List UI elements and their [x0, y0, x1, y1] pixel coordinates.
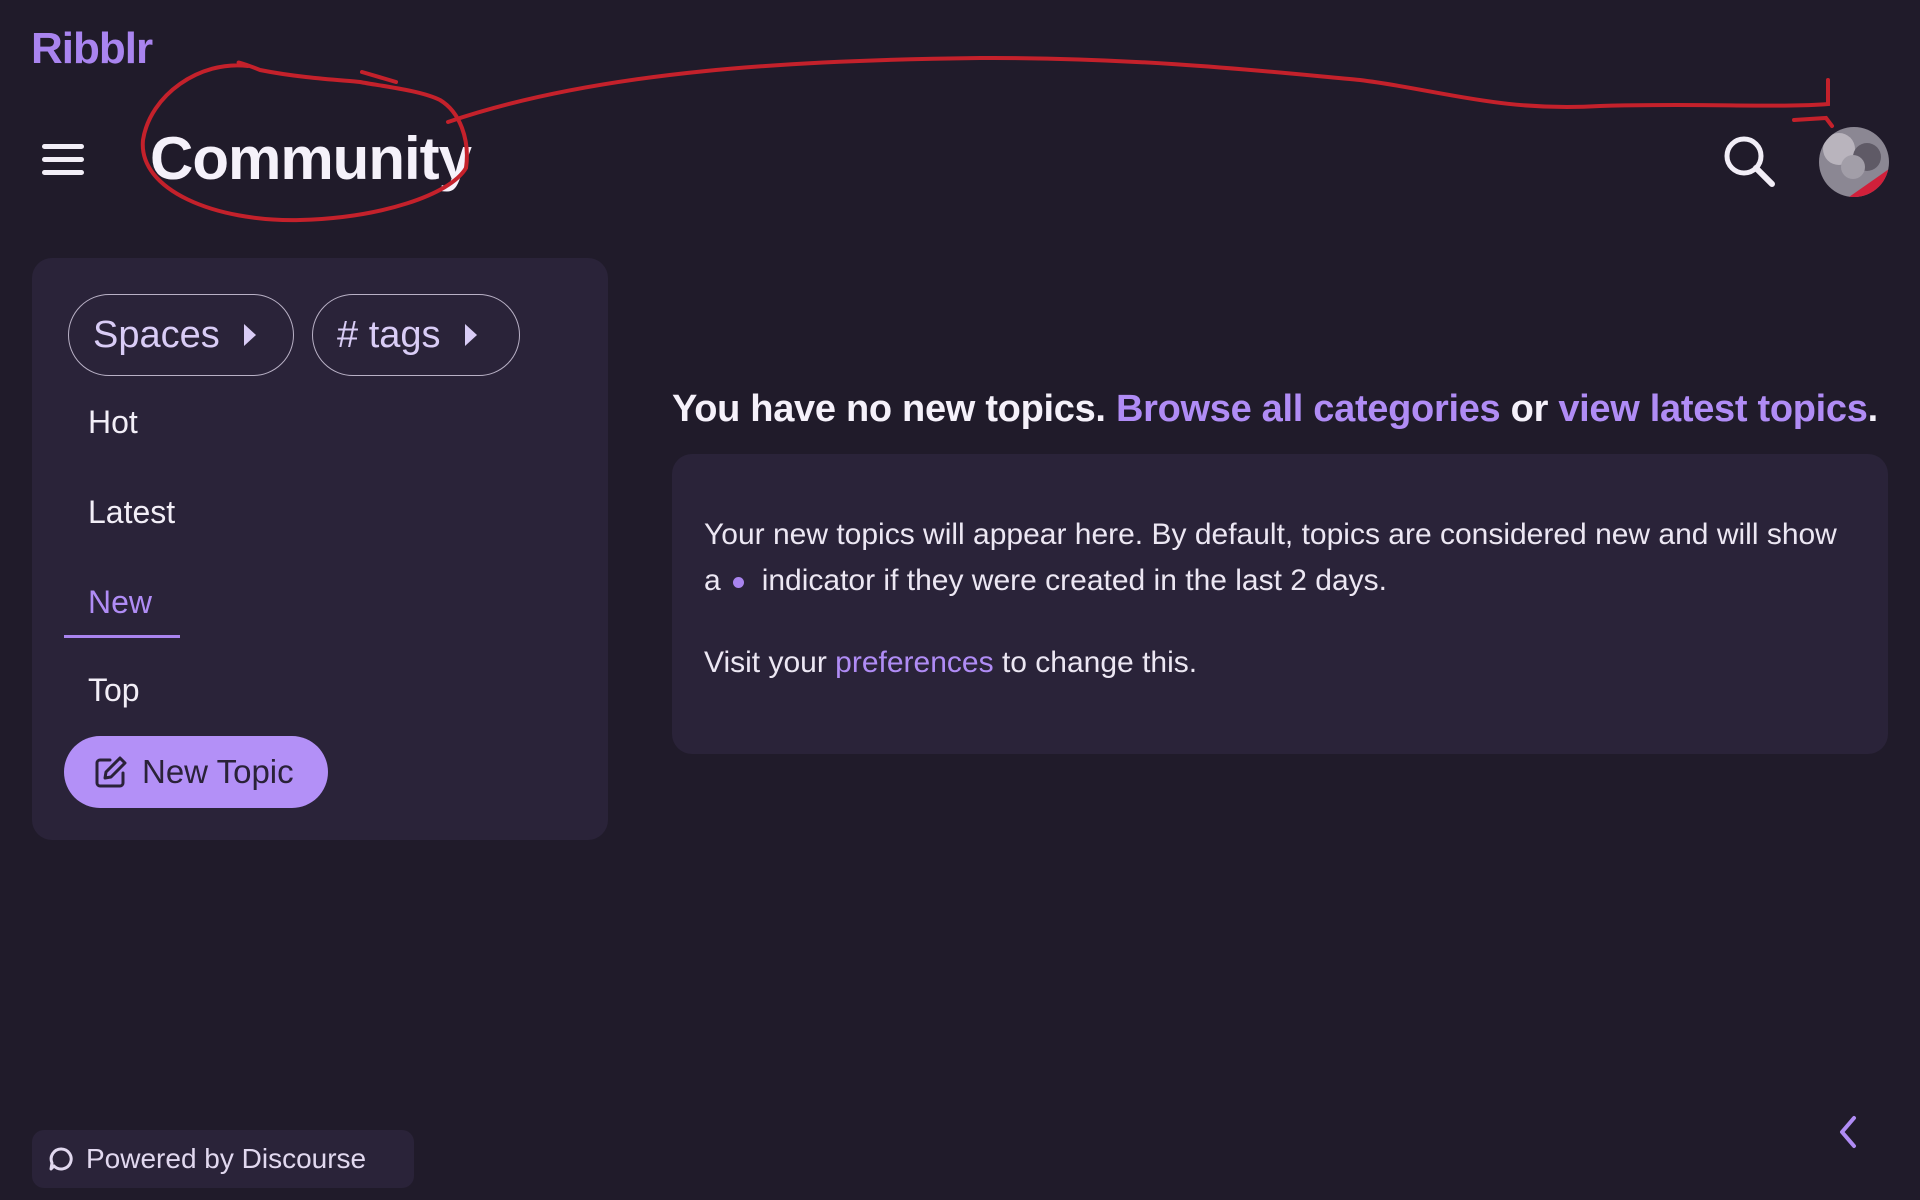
- active-tab-underline: [64, 635, 180, 638]
- user-avatar[interactable]: [1819, 127, 1889, 197]
- new-indicator-dot: [732, 576, 744, 588]
- empty-state-headline: You have no new topics. Browse all categ…: [672, 388, 1878, 431]
- nav-latest[interactable]: Latest: [88, 494, 175, 531]
- hamburger-menu-icon[interactable]: [40, 136, 88, 184]
- empty-state-info: Your new topics will appear here. By def…: [672, 454, 1888, 754]
- new-topic-label: New Topic: [142, 753, 294, 790]
- info-line2-pre: Visit your: [704, 646, 827, 679]
- nav-hot[interactable]: Hot: [88, 404, 138, 441]
- headline-text: You have no new topics.: [672, 388, 1106, 430]
- sidebar-panel: Spaces # tags Hot Latest New Top New Top…: [32, 258, 608, 840]
- tags-label: # tags: [337, 313, 441, 356]
- discourse-icon: [49, 1147, 73, 1171]
- view-latest-link[interactable]: view latest topics: [1558, 388, 1868, 430]
- new-topic-button[interactable]: New Topic: [64, 736, 328, 808]
- search-icon[interactable]: [1722, 134, 1776, 188]
- info-line2-post: to change this.: [1001, 646, 1198, 679]
- nav-top[interactable]: Top: [88, 672, 140, 709]
- ribblr-logo[interactable]: Ribblr: [31, 24, 153, 74]
- page-title: Community: [150, 125, 472, 192]
- browse-categories-link[interactable]: Browse all categories: [1116, 388, 1501, 430]
- edit-icon: [95, 756, 127, 788]
- powered-label: Powered by Discourse: [86, 1143, 367, 1174]
- powered-by-discourse[interactable]: Powered by Discourse: [32, 1130, 414, 1188]
- nav-new[interactable]: New: [88, 584, 152, 621]
- chevron-left-icon[interactable]: [1832, 1112, 1864, 1152]
- caret-right-icon: [243, 324, 256, 346]
- preferences-link[interactable]: preferences: [835, 646, 993, 679]
- tags-dropdown[interactable]: # tags: [312, 294, 520, 376]
- spaces-dropdown[interactable]: Spaces: [68, 294, 294, 376]
- caret-right-icon: [464, 324, 477, 346]
- headline-or: or: [1510, 388, 1549, 430]
- info-line1-after: indicator if they were created in the la…: [761, 564, 1388, 597]
- spaces-label: Spaces: [93, 313, 220, 356]
- headline-period: .: [1867, 388, 1879, 430]
